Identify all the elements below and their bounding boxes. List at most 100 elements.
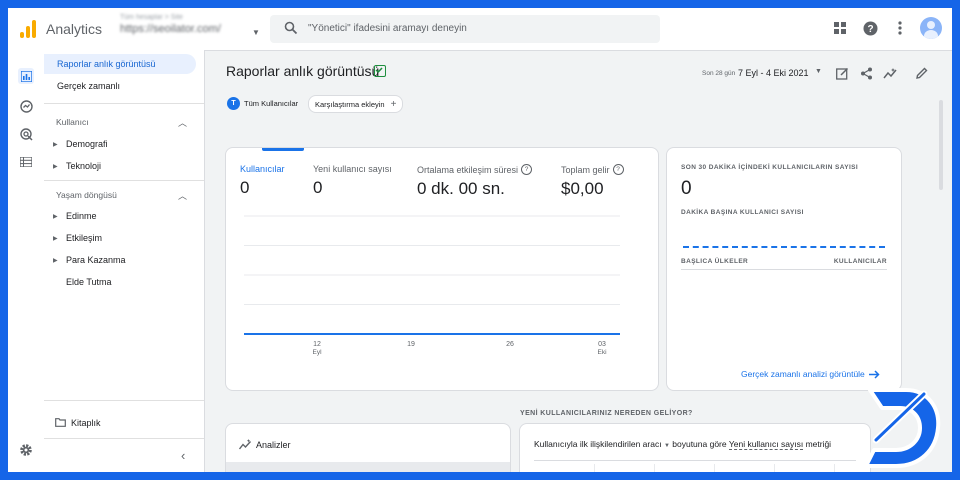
x-tick-label: 03 [598,341,606,348]
nav-item-label: Gerçek zamanlı [57,81,121,91]
date-range-label: Son 28 gün [702,70,736,77]
source-description: Kullanıcıyla ilk ilişkilendirilen aracı … [534,439,832,450]
share-icon[interactable] [857,64,875,82]
source-text-suffix: metriği [805,439,832,449]
grid-line [834,464,835,472]
analytics-window: Analytics Tüm hesaplar > Site https://se… [8,8,952,472]
metric-value: 0 [313,178,323,197]
metric-value: 0 [240,178,250,197]
help-icon[interactable]: ? [521,164,533,175]
nav-item-technology[interactable]: ▶ Teknoloji [44,156,196,176]
dimension-selector[interactable]: Kullanıcıyla ilk ilişkilendirilen aracı [534,439,662,449]
metric-value: 0 dk. 00 sn. [417,179,505,198]
nav-item-demographics[interactable]: ▶ Demografi [44,134,196,154]
advertising-icon[interactable] [18,126,34,142]
nav-item-acquisition[interactable]: ▶ Edinme [44,206,196,226]
section-lifecycle: Yaşam döngüsü [56,190,117,200]
nav-item-label: Elde Tutma [66,277,112,287]
left-rail [8,50,45,472]
metric-tab-engagement-time[interactable]: Ortalama etkileşim süresi? 0 dk. 00 sn. [417,164,533,199]
nav-item-label: Kitaplık [71,418,101,428]
per-minute-label: DAKİKA BAŞINA KULLANICI SAYISI [681,209,804,216]
explore-icon[interactable] [18,98,34,114]
nav-item-realtime[interactable]: Gerçek zamanlı [44,76,196,96]
x-tick-label: 19 [407,341,415,348]
segment-label: Tüm Kullanıcılar [244,98,299,108]
metric-label: Yeni kullanıcı sayısı [313,164,392,174]
chevron-down-icon[interactable]: ▼ [815,68,822,75]
nav-item-label: Para Kazanma [66,255,126,265]
main-content: Raporlar anlık görüntüsü Son 28 gün 7 Ey… [205,50,945,472]
date-range-picker[interactable]: 7 Eyl - 4 Eki 2021 [738,68,809,78]
grid-line [594,464,595,472]
divider [681,269,887,270]
segment-chip-all-users[interactable]: T Tüm Kullanıcılar [227,95,298,111]
section-title-new-users-source: YENİ KULLANICILARINIZ NEREDEN GELİYOR? [520,410,693,417]
metric-label: Ortalama etkileşim süresi? [417,164,533,175]
customize-report-icon[interactable] [833,64,851,82]
arrow-right-icon [868,369,880,379]
metric-label: Kullanıcılar [240,164,285,174]
nav-item-library[interactable]: Kitaplık [44,413,196,433]
more-vert-icon[interactable] [890,18,910,38]
scrollbar[interactable] [939,100,943,190]
metric-tab-new-users[interactable]: Yeni kullanıcı sayısı 0 [313,164,392,198]
view-realtime-link[interactable]: Gerçek zamanlı analizi görüntüle [741,369,880,379]
search-input[interactable]: "Yönetici" ifadesini aramayı deneyin [270,15,660,43]
configure-icon[interactable] [18,154,34,170]
nav-item-monetization[interactable]: ▶ Para Kazanma [44,250,196,270]
chevron-down-icon[interactable]: ▼ [664,443,670,449]
chevron-up-icon[interactable]: ︿ [178,189,187,202]
realtime-title: SON 30 DAKİKA İÇİNDEKİ KULLANICILARIN SA… [681,164,859,171]
metric-selector[interactable]: Yeni kullanıcı sayısı [728,439,804,450]
help-icon[interactable]: ? [860,18,880,38]
account-selector[interactable]: Tüm hesaplar > Site https://seoilator.co… [120,14,260,37]
chevron-up-icon[interactable]: ︿ [178,116,187,129]
analytics-logo-icon[interactable] [20,20,36,38]
add-comparison-chip[interactable]: Karşılaştırma ekleyin + [308,95,404,113]
metric-tab-revenue[interactable]: Toplam gelir? $0,00 [561,164,624,199]
section-user: Kullanıcı [56,117,89,127]
divider [44,438,204,439]
top-bar: Analytics Tüm hesaplar > Site https://se… [8,8,952,51]
x-tick-label: 26 [506,341,514,348]
expand-arrow-icon: ▶ [53,235,58,242]
nav-item-label: Demografi [66,139,108,149]
nav-item-engagement[interactable]: ▶ Etkileşim [44,228,196,248]
avatar[interactable] [920,17,942,39]
divider [44,103,204,104]
plus-icon: + [390,98,397,110]
x-tick-label: 12 [313,341,321,348]
x-tick-sublabel: Eyl [312,349,322,356]
nav-item-retention[interactable]: Elde Tutma [44,272,196,292]
nav-item-reports-snapshot[interactable]: Raporlar anlık görüntüsü [44,54,196,74]
insights-icon [239,439,252,450]
insights-title: Analizler [256,440,291,450]
edit-icon[interactable] [913,64,931,82]
metric-tab-users[interactable]: Kullanıcılar 0 [240,164,285,198]
grid-line [714,464,715,472]
reports-icon[interactable] [18,68,34,84]
property-name: https://seoilator.com/ [120,23,221,35]
divider [44,180,204,181]
page-title: Raporlar anlık görüntüsü [226,63,380,79]
expand-arrow-icon: ▶ [53,257,58,264]
add-comparison-label: Karşılaştırma ekleyin [315,99,385,109]
verified-check-icon[interactable] [374,65,386,77]
help-icon[interactable]: ? [612,164,624,175]
settings-icon[interactable] [18,442,34,458]
chevron-down-icon: ▼ [252,28,260,37]
new-users-source-card: Kullanıcıyla ilk ilişkilendirilen aracı … [519,423,871,472]
top-countries-header: BAŞLICA ÜLKELER [681,258,749,265]
users-line-chart: 12Eyl 19 26 03Eki [244,215,620,356]
apps-icon[interactable] [830,18,850,38]
expand-arrow-icon: ▶ [53,141,58,148]
users-column-header: KULLANICILAR [833,258,887,265]
per-minute-sparkline [683,246,885,248]
search-icon [284,21,298,35]
collapse-chevron-icon[interactable]: ‹ [181,448,185,463]
svg-text:?: ? [867,24,873,35]
grid-line [774,464,775,472]
insights-icon[interactable] [881,64,899,82]
account-path: Tüm hesaplar > Site [120,14,183,21]
